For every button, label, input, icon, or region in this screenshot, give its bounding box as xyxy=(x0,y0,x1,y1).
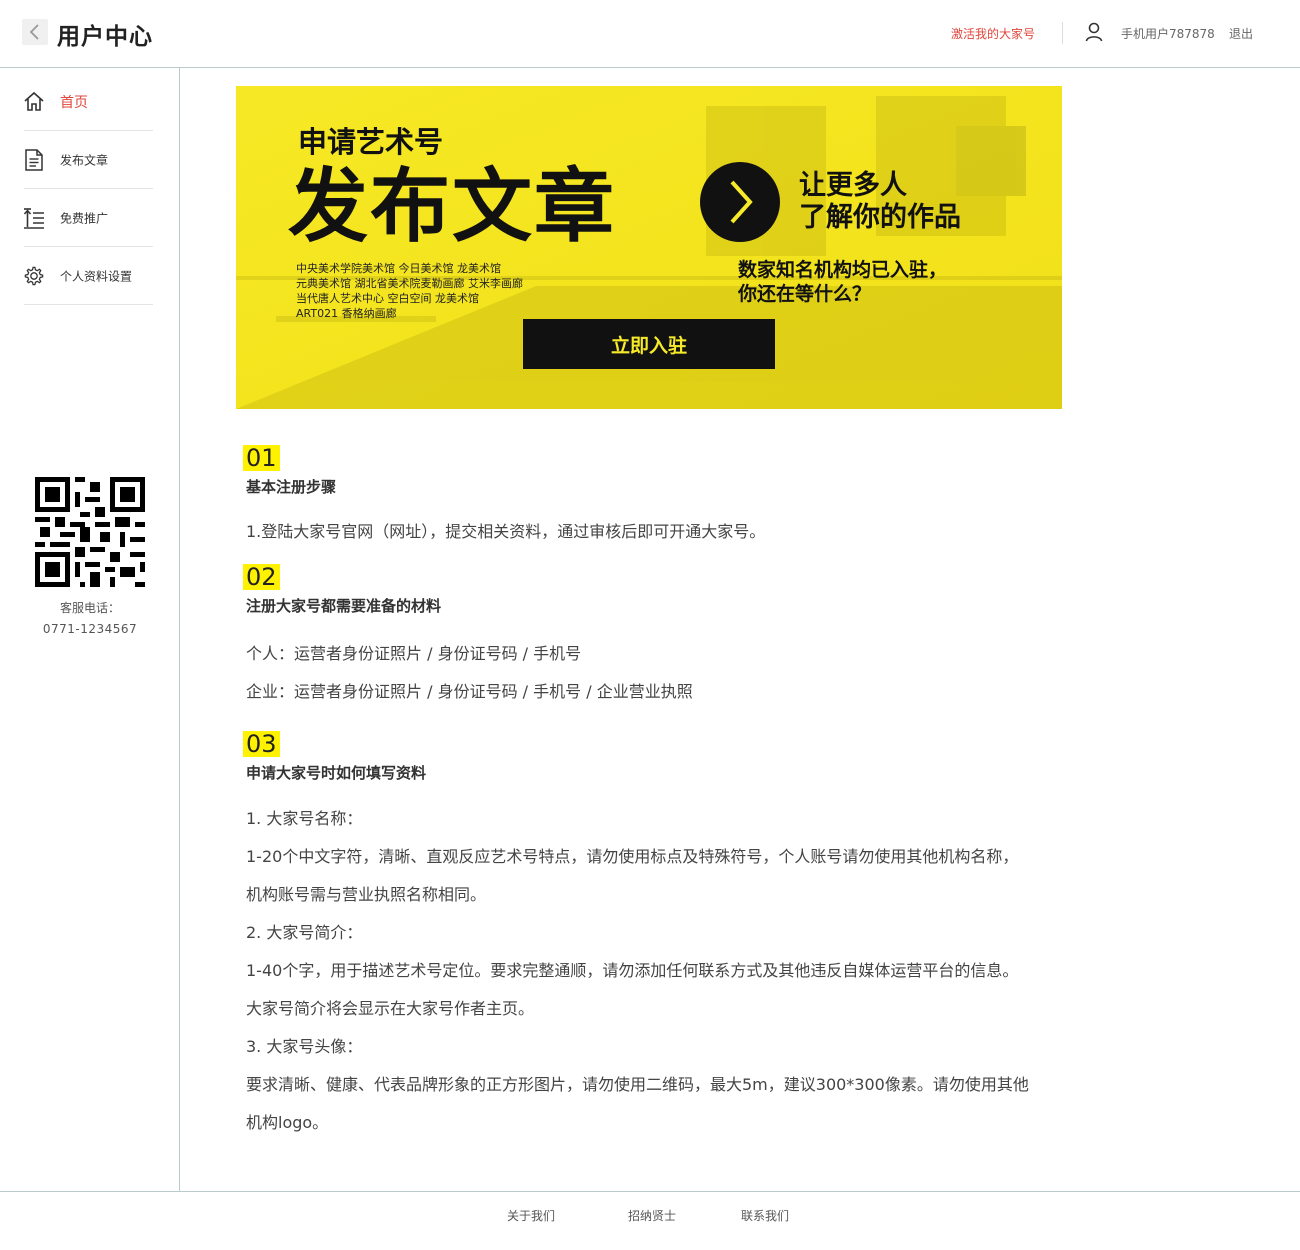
home-icon xyxy=(24,91,44,111)
sidebar-item-publish[interactable]: 发布文章 xyxy=(24,131,153,189)
banner-arrow-icon xyxy=(700,162,780,242)
page-title: 用户中心 xyxy=(57,24,153,50)
section-title-02: 注册大家号都需要准备的材料 xyxy=(246,597,442,615)
banner-tagline-1: 数家知名机构均已入驻， xyxy=(738,258,947,281)
sidebar-item-label: 首页 xyxy=(60,94,88,111)
section-03-paragraph: 1. 大家号名称： xyxy=(246,809,363,828)
sidebar-item-profile-settings[interactable]: 个人资料设置 xyxy=(24,247,153,305)
logout-link[interactable]: 退出 xyxy=(1229,25,1253,42)
gear-icon xyxy=(24,266,44,285)
banner-institutions-1: 中央美术学院美术馆 今日美术馆 龙美术馆 xyxy=(296,261,501,275)
banner-line1: 申请艺术号 xyxy=(298,125,443,159)
section-03-paragraph: 1-20个中文字符，清晰、直观反应艺术号特点，请勿使用标点及特殊符号，个人账号请… xyxy=(246,847,1019,866)
sidebar-item-label: 免费推广 xyxy=(60,211,109,225)
qr-code-image xyxy=(35,477,145,587)
section-title-01: 基本注册步骤 xyxy=(246,478,337,496)
section-number-02: 02 xyxy=(243,564,280,590)
user-icon[interactable] xyxy=(1085,22,1103,42)
service-phone-label: 客服电话： xyxy=(59,601,120,615)
banner-institutions-3: 当代唐人艺术中心 空白空间 龙美术馆 xyxy=(296,291,479,305)
sidebar-item-label: 个人资料设置 xyxy=(60,269,133,283)
section-number-03: 03 xyxy=(243,731,280,757)
section-03-paragraph: 3. 大家号头像： xyxy=(246,1037,363,1056)
activate-account-link[interactable]: 激活我的大家号 xyxy=(951,25,1035,42)
section-03-paragraph: 1-40个字，用于描述艺术号定位。要求完整通顺，请勿添加任何联系方式及其他违反自… xyxy=(246,961,1019,980)
top-header: 用户中心 激活我的大家号 手机用户787878 退出 xyxy=(0,0,1300,68)
footer-link-about[interactable]: 关于我们 xyxy=(507,1207,555,1224)
banner-headline: 发布文章 xyxy=(288,159,616,253)
document-icon xyxy=(25,148,43,171)
section-title-03: 申请大家号时如何填写资料 xyxy=(246,764,427,782)
footer-link-careers[interactable]: 招纳贤士 xyxy=(628,1207,676,1224)
back-button[interactable] xyxy=(22,19,48,45)
footer-link-contact[interactable]: 联系我们 xyxy=(741,1207,789,1224)
section-03-paragraph: 2. 大家号简介： xyxy=(246,923,363,942)
section-01-paragraph: 1.登陆大家号官网（网址），提交相关资料，通过审核后即可开通大家号。 xyxy=(246,522,766,541)
promo-banner[interactable]: 申请艺术号 发布文章 让更多人 了解你的作品 中央美术学院美术馆 今日美术馆 龙… xyxy=(236,86,1062,409)
chevron-left-icon xyxy=(29,24,39,40)
section-number-01: 01 xyxy=(243,445,280,471)
section-03-paragraph: 机构账号需与营业执照名称相同。 xyxy=(246,885,487,904)
header-divider xyxy=(1062,22,1063,44)
sidebar: 首页 发布文章 免费推广 个人资料设置 客服电话： 0771-1234567 xyxy=(0,68,180,1191)
section-02-paragraph: 个人：运营者身份证照片 / 身份证号码 / 手机号 xyxy=(246,644,582,663)
section-03-paragraph: 大家号简介将会显示在大家号作者主页。 xyxy=(246,999,535,1018)
banner-cta-label: 立即入驻 xyxy=(611,334,687,357)
sidebar-item-home[interactable]: 首页 xyxy=(24,73,153,131)
footer: 关于我们 招纳贤士 联系我们 xyxy=(0,1191,1300,1250)
banner-slogan-1: 让更多人 xyxy=(799,170,907,201)
banner-institutions-4: ART021 香格纳画廊 xyxy=(296,306,397,320)
sidebar-item-label: 发布文章 xyxy=(60,153,109,167)
service-phone-number: 0771-1234567 xyxy=(42,622,138,636)
banner-institutions-2: 元典美术馆 湖北省美术院麦勒画廊 艾米李画廊 xyxy=(296,276,523,290)
section-02-paragraph: 企业：运营者身份证照片 / 身份证号码 / 手机号 / 企业营业执照 xyxy=(246,682,693,701)
section-03-paragraph: 机构logo。 xyxy=(246,1113,329,1132)
sidebar-item-promote[interactable]: 免费推广 xyxy=(24,189,153,247)
banner-tagline-2: 你还在等什么？ xyxy=(737,282,871,305)
section-03-paragraph: 要求清晰、健康、代表品牌形象的正方形图片，请勿使用二维码，最大5m，建议300*… xyxy=(246,1075,1029,1094)
user-name[interactable]: 手机用户787878 xyxy=(1121,25,1215,42)
main-content: 申请艺术号 发布文章 让更多人 了解你的作品 中央美术学院美术馆 今日美术馆 龙… xyxy=(181,68,1300,1191)
banner-slogan-2: 了解你的作品 xyxy=(799,201,961,233)
promote-icon xyxy=(24,207,44,229)
